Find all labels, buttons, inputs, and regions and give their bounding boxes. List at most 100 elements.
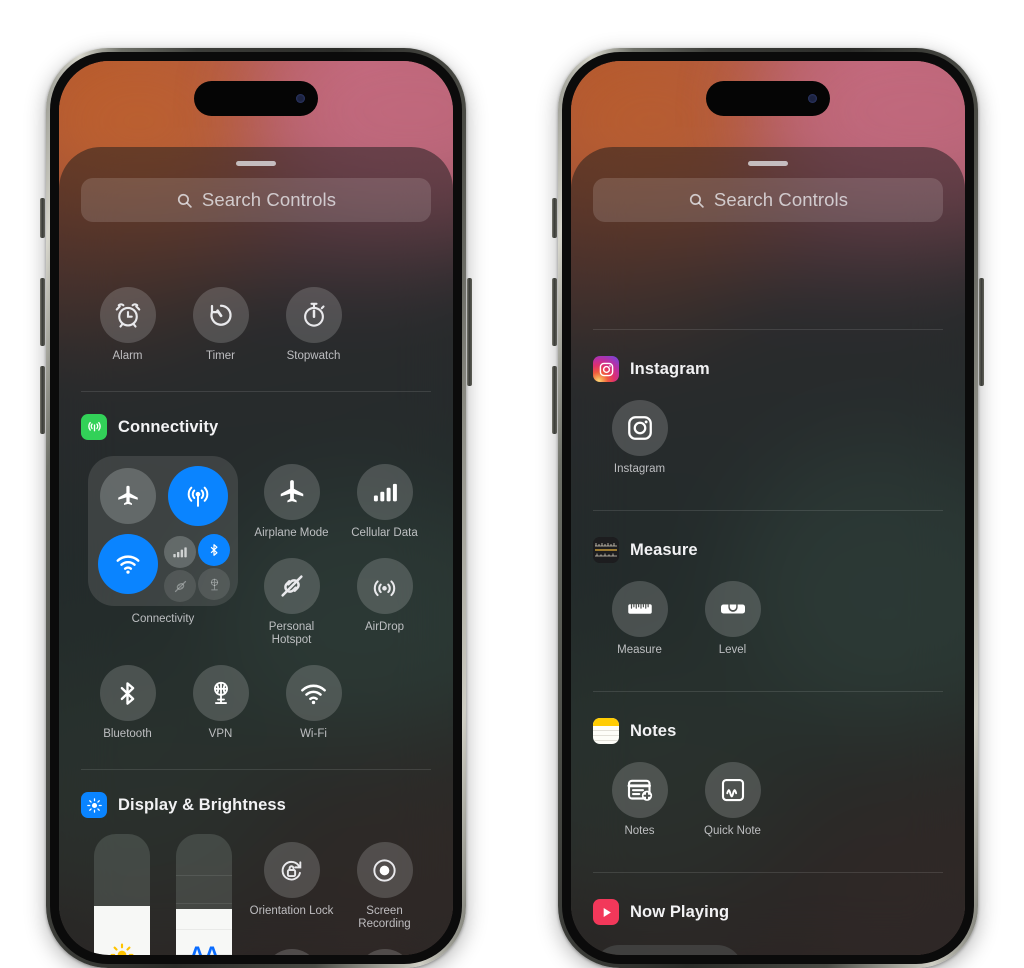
notes-controls-row: Notes Quick Note (593, 762, 943, 838)
control-label: Instagram (613, 463, 666, 475)
new-note-icon (611, 762, 668, 818)
control-label: Orientation Lock (249, 905, 334, 917)
level-icon (704, 581, 761, 637)
display-side-controls: Orientation Lock Screen Recording (245, 834, 431, 955)
control-label: Timer (206, 350, 235, 362)
slider-fill (94, 906, 150, 955)
phone-bezel: Search Controls (562, 52, 974, 964)
control-label: Measure (617, 644, 662, 656)
control-label: Bluetooth (103, 728, 152, 740)
control-instagram[interactable]: Instagram (593, 400, 686, 476)
control-screen-mirroring[interactable] (245, 949, 338, 955)
control-label: VPN (208, 728, 233, 740)
section-divider (593, 872, 943, 873)
connectivity-module[interactable] (88, 456, 238, 606)
control-label: Alarm (112, 350, 143, 362)
control-stopwatch[interactable]: Stopwatch (267, 287, 360, 363)
dark-mode-icon (356, 949, 413, 955)
drag-handle[interactable] (236, 161, 276, 166)
hotspot-off-icon[interactable] (164, 570, 196, 602)
vpn-icon (192, 665, 249, 721)
control-label: AirDrop (365, 621, 404, 633)
control-connectivity-module[interactable]: Connectivity (81, 456, 245, 626)
control-quick-note[interactable]: Quick Note (686, 762, 779, 838)
search-controls-bar[interactable]: Search Controls (81, 178, 431, 222)
cellular-bars-icon[interactable] (164, 536, 196, 568)
connectivity-icon (81, 414, 107, 440)
volume-up-button[interactable] (40, 278, 45, 346)
search-input-placeholder: Search Controls (713, 189, 849, 210)
instagram-controls-row: Instagram (593, 400, 943, 476)
cellular-antenna-icon[interactable] (168, 466, 228, 526)
bluetooth-icon[interactable] (198, 534, 230, 566)
timer-icon (192, 287, 249, 343)
control-dark-mode[interactable] (338, 949, 431, 955)
search-input-placeholder: Search Controls (201, 189, 337, 210)
control-level[interactable]: Level (686, 581, 779, 657)
drag-handle[interactable] (748, 161, 788, 166)
vpn-icon[interactable] (198, 568, 230, 600)
control-text-size[interactable]: AA (163, 834, 245, 955)
group-header-display: Display & Brightness (81, 792, 431, 818)
group-title: Notes (630, 721, 677, 740)
wifi-icon[interactable] (98, 534, 158, 594)
control-alarm[interactable]: Alarm (81, 287, 174, 363)
dynamic-island (194, 81, 318, 116)
front-camera-icon (808, 94, 817, 103)
control-label: Stopwatch (286, 350, 341, 362)
control-brightness[interactable] (81, 834, 163, 955)
now-playing-icon (593, 899, 619, 925)
control-label: Wi-Fi (300, 728, 327, 740)
action-button[interactable] (552, 198, 557, 238)
airdrop-icon (356, 558, 413, 614)
notes-app-icon (593, 718, 619, 744)
control-bluetooth[interactable]: Bluetooth (81, 665, 174, 741)
volume-up-button[interactable] (552, 278, 557, 346)
power-button[interactable] (979, 278, 984, 386)
action-button[interactable] (40, 198, 45, 238)
control-notes[interactable]: Notes (593, 762, 686, 838)
iphone-left: Search Controls Alarm Timer Stopwatch Co… (40, 48, 472, 968)
sun-icon (109, 942, 135, 955)
control-label: Quick Note (704, 825, 761, 837)
group-title: Now Playing (630, 902, 730, 921)
group-header-now-playing: Now Playing (593, 899, 943, 925)
control-measure[interactable]: Measure (593, 581, 686, 657)
control-wifi[interactable]: Wi-Fi (267, 665, 360, 741)
stopwatch-icon (285, 287, 342, 343)
screenshot-stage: Search Controls Alarm Timer Stopwatch Co… (0, 0, 1024, 968)
controls-scroll-area[interactable]: Instagram Instagram Measure Measure Leve… (571, 273, 965, 955)
control-screen-recording[interactable]: Screen Recording (338, 842, 431, 931)
search-controls-bar[interactable]: Search Controls (593, 178, 943, 222)
power-button[interactable] (467, 278, 472, 386)
group-header-instagram: Instagram (593, 356, 943, 382)
quick-note-icon (704, 762, 761, 818)
control-center-panel: Search Controls (59, 147, 453, 955)
alarm-clock-icon (99, 287, 156, 343)
control-timer[interactable]: Timer (174, 287, 267, 363)
control-label: Personal Hotspot (268, 621, 315, 646)
text-size-slider[interactable]: AA (176, 834, 232, 955)
clock-controls-row: Alarm Timer Stopwatch (81, 273, 431, 363)
bluetooth-icon (99, 665, 156, 721)
connectivity-side-controls: Airplane Mode Cellular Data Personal Hot… (245, 456, 431, 647)
controls-scroll-area[interactable]: Alarm Timer Stopwatch Connectivity Conne… (59, 273, 453, 955)
control-cellular-data[interactable]: Cellular Data (338, 464, 431, 540)
connectivity-bottom-row: Bluetooth VPN Wi-Fi (81, 665, 431, 741)
airplane-icon[interactable] (100, 468, 156, 524)
control-airdrop[interactable]: AirDrop (338, 558, 431, 647)
phone-bezel: Search Controls (50, 52, 462, 964)
control-label: Level (718, 644, 747, 656)
volume-down-button[interactable] (40, 366, 45, 434)
brightness-icon (81, 792, 107, 818)
control-vpn[interactable]: VPN (174, 665, 267, 741)
brightness-slider[interactable] (94, 834, 150, 955)
control-airplane-mode[interactable]: Airplane Mode (245, 464, 338, 540)
display-controls-row: AA Orientation Lock Screen Recording (81, 834, 431, 955)
control-personal-hotspot[interactable]: Personal Hotspot (245, 558, 338, 647)
volume-down-button[interactable] (552, 366, 557, 434)
control-orientation-lock[interactable]: Orientation Lock (245, 842, 338, 931)
instagram-app-icon (593, 356, 619, 382)
section-divider (593, 510, 943, 511)
control-now-playing-module[interactable] (593, 945, 743, 955)
